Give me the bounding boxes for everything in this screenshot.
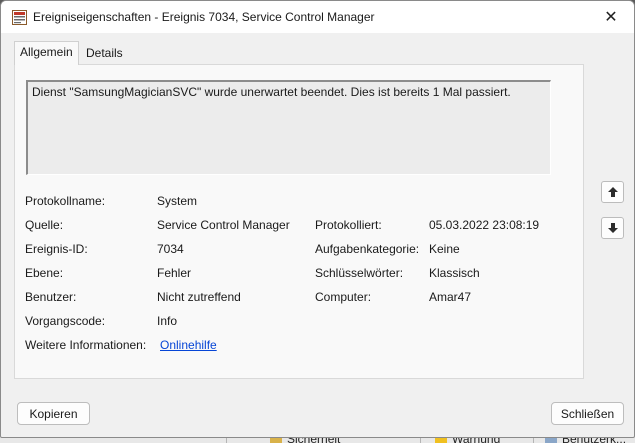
- label-weitere-informationen: Weitere Informationen:: [25, 338, 147, 352]
- value-protokolliert: 05.03.2022 23:08:19: [429, 218, 540, 232]
- event-viewer-icon: [12, 10, 27, 25]
- title-bar: Ereigniseigenschaften - Ereignis 7034, S…: [1, 1, 634, 33]
- label-aufgabenkategorie: Aufgabenkategorie:: [315, 242, 420, 256]
- label-ebene: Ebene:: [25, 266, 64, 280]
- label-protokollname: Protokollname:: [25, 194, 106, 208]
- value-vorgangscode: Info: [157, 314, 178, 328]
- value-protokollname: System: [157, 194, 198, 208]
- label-benutzer: Benutzer:: [25, 290, 77, 304]
- label-vorgangscode: Vorgangscode:: [25, 314, 106, 328]
- value-computer: Amar47: [429, 290, 472, 304]
- value-aufgabenkategorie: Keine: [429, 242, 460, 256]
- label-protokolliert: Protokolliert:: [315, 218, 382, 232]
- next-event-button[interactable]: [601, 217, 624, 239]
- value-quelle: Service Control Manager: [157, 218, 290, 232]
- close-button[interactable]: Schließen: [551, 402, 624, 425]
- close-window-button[interactable]: ✕: [588, 1, 634, 33]
- label-ereignis-id: Ereignis-ID:: [25, 242, 88, 256]
- label-quelle: Quelle:: [25, 218, 64, 232]
- tab-allgemein[interactable]: Allgemein: [14, 41, 79, 65]
- value-ereignis-id: 7034: [157, 242, 184, 256]
- label-computer: Computer:: [315, 290, 372, 304]
- online-help-link[interactable]: Onlinehilfe: [160, 338, 217, 352]
- copy-button[interactable]: Kopieren: [17, 402, 90, 425]
- window-title: Ereigniseigenschaften - Ereignis 7034, S…: [33, 10, 375, 24]
- event-properties-dialog: Ereigniseigenschaften - Ereignis 7034, S…: [0, 0, 635, 438]
- previous-event-button[interactable]: [601, 181, 624, 203]
- value-benutzer: Nicht zutreffend: [157, 290, 241, 304]
- value-ebene: Fehler: [157, 266, 192, 280]
- label-schluesselwoerter: Schlüsselwörter:: [315, 266, 404, 280]
- arrow-down-icon: [607, 223, 618, 233]
- event-description[interactable]: Dienst "SamsungMagicianSVC" wurde unerwa…: [26, 80, 551, 175]
- arrow-up-icon: [607, 187, 618, 197]
- tab-details[interactable]: Details: [81, 44, 128, 65]
- close-icon: ✕: [604, 9, 618, 26]
- value-schluesselwoerter: Klassisch: [429, 266, 480, 280]
